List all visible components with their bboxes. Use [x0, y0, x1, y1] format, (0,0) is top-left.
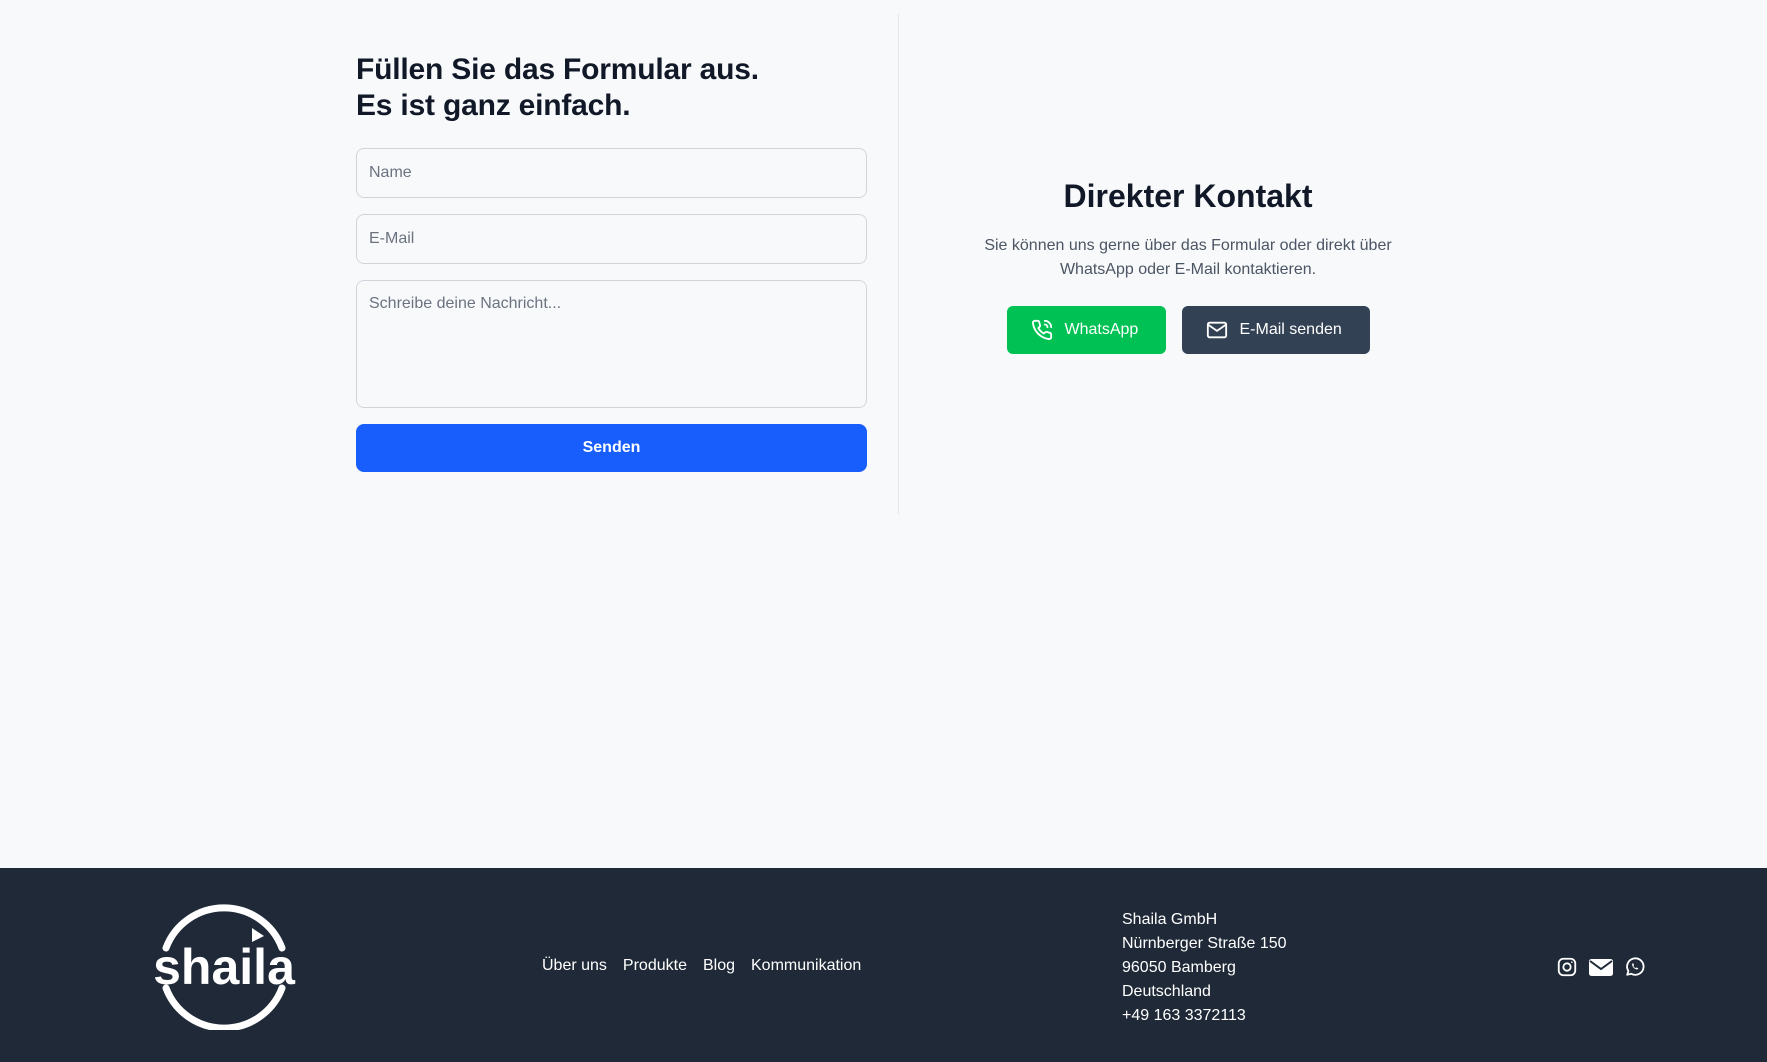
message-textarea[interactable]: [356, 280, 867, 408]
footer: shaila Über uns Produkte Blog Kommunikat…: [0, 868, 1767, 1062]
instagram-icon[interactable]: [1556, 956, 1578, 978]
direct-contact-section: Direkter Kontakt Sie können uns gerne üb…: [948, 176, 1428, 354]
form-title-line1: Füllen Sie das Formular aus.: [356, 53, 759, 86]
address-city: 96050 Bamberg: [1122, 959, 1236, 976]
logo-text: shaila: [153, 939, 296, 995]
address-street: Nürnberger Straße 150: [1122, 935, 1287, 952]
page: Füllen Sie das Formular aus. Es ist ganz…: [0, 0, 1767, 1062]
column-divider: [898, 14, 899, 514]
logo-graphic: shaila: [153, 904, 296, 1032]
whatsapp-button-label: WhatsApp: [1064, 321, 1139, 338]
email-button-label: E-Mail senden: [1239, 321, 1342, 338]
mail-icon: [1206, 321, 1227, 339]
footer-link-blog[interactable]: Blog: [703, 956, 735, 976]
submit-button[interactable]: Senden: [356, 424, 867, 472]
footer-link-ueber-uns[interactable]: Über uns: [542, 956, 607, 976]
contact-title: Direkter Kontakt: [1063, 178, 1313, 214]
address-company: Shaila GmbH: [1122, 911, 1218, 928]
envelope-icon[interactable]: [1588, 956, 1614, 978]
contact-description-line1: Sie können uns gerne über das Formular o…: [984, 237, 1392, 254]
contact-form: Füllen Sie das Formular aus. Es ist ganz…: [356, 52, 867, 472]
contact-buttons: WhatsApp E-Mail senden: [948, 306, 1428, 354]
address-country: Deutschland: [1122, 983, 1211, 1000]
name-input[interactable]: [356, 148, 867, 198]
whatsapp-button[interactable]: WhatsApp: [1006, 306, 1166, 354]
footer-link-produkte[interactable]: Produkte: [623, 956, 687, 976]
social-links: [1556, 956, 1646, 978]
contact-description-line2: WhatsApp oder E-Mail kontaktieren.: [1059, 261, 1317, 278]
email-input[interactable]: [356, 214, 867, 264]
phone-icon: [1031, 319, 1052, 340]
footer-nav: Über uns Produkte Blog Kommunikation: [542, 956, 861, 976]
footer-link-kommunikation[interactable]: Kommunikation: [751, 956, 861, 976]
main-content: Füllen Sie das Formular aus. Es ist ganz…: [0, 0, 1767, 868]
email-button[interactable]: E-Mail senden: [1181, 306, 1370, 354]
contact-description: Sie können uns gerne über das Formular o…: [948, 234, 1428, 282]
whatsapp-icon[interactable]: [1624, 956, 1646, 978]
address-phone: +49 163 3372113: [1122, 1007, 1246, 1024]
form-title-line2: Es ist ganz einfach.: [356, 89, 631, 122]
form-title: Füllen Sie das Formular aus. Es ist ganz…: [356, 52, 867, 124]
shaila-logo[interactable]: shaila: [152, 902, 296, 1032]
footer-address: Shaila GmbH Nürnberger Straße 150 96050 …: [1122, 908, 1287, 1028]
